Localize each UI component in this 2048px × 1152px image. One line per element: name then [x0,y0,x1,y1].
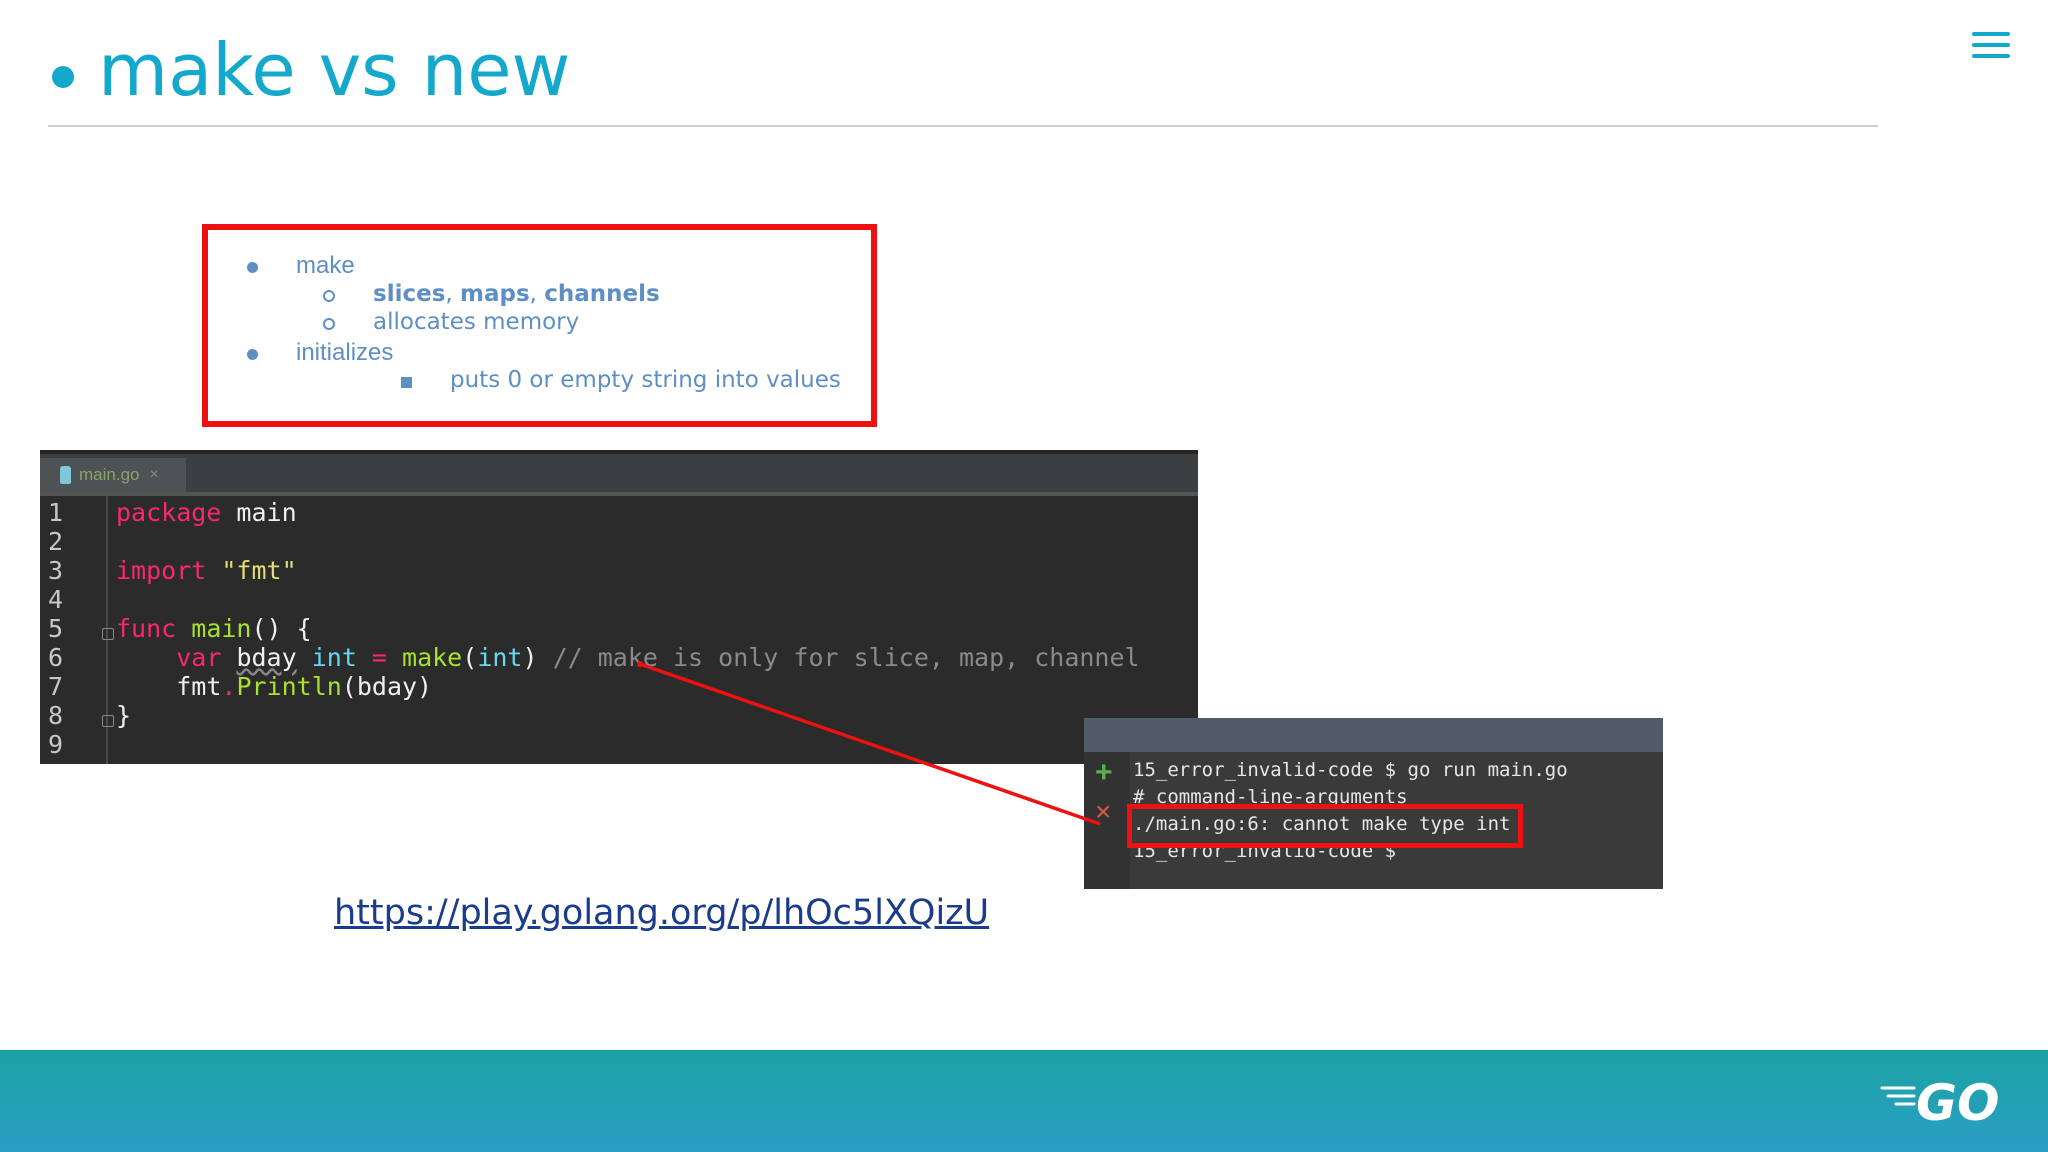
function-name: Println [236,672,342,701]
fold-toggle-icon[interactable] [102,628,114,640]
playground-link[interactable]: https://play.golang.org/p/lhOc5lXQizU [334,893,989,933]
close-icon[interactable]: × [1095,796,1111,828]
keyword: func [116,614,177,643]
note-puts-zero: puts 0 or empty string into values [450,367,841,393]
identifier: bday [236,643,297,672]
code-line-3: import "fmt" [116,556,297,585]
operator: . [221,672,237,701]
go-logo-icon: GO [1880,1074,2000,1130]
note-slices: slices [373,281,446,307]
code-editor[interactable]: main.go × 1 2 3 4 5 6 7 8 9 package main… [40,450,1198,764]
go-logo-text: GO [1916,1074,2000,1130]
keyword: import [116,556,207,585]
code-text: (bday) [341,672,433,701]
note-make-types: slices, maps, channels [373,281,660,307]
fold-toggle-icon[interactable] [102,715,114,727]
note-maps: maps [460,281,530,307]
tab-label: main.go [79,465,140,484]
line-number: 9 [48,730,64,759]
terminal-header [1084,718,1663,752]
line-number: 2 [48,527,64,556]
code-text: () { [251,614,312,643]
operator: = [356,643,403,672]
line-number: 5 [48,614,64,643]
line-number: 6 [48,643,64,672]
code-line-6: var bday int = make(int) // make is only… [116,643,1140,672]
tab-close-icon[interactable]: × [149,466,158,484]
bullet-circle [323,290,335,302]
bullet-disc [247,262,258,273]
type-name: int [477,643,523,672]
bullet-square [401,377,412,388]
tab-main-go[interactable]: main.go × [40,458,186,492]
editor-tab-bar: main.go × [40,450,1198,496]
note-sep: , [445,281,461,307]
keyword: package [116,498,222,527]
code-text: main [221,498,297,527]
note-initializes: initializes [296,339,394,366]
line-number: 1 [48,498,64,527]
bullet-disc [247,349,258,360]
code-line-5: func main() { [116,614,312,643]
code-text: ) [522,643,538,672]
note-sep: , [529,281,545,307]
code-line-1: package main [116,498,297,527]
bullet-circle [323,318,335,330]
slide-title: make vs new [52,28,570,112]
hamburger-menu-icon[interactable] [1972,32,2010,62]
package-name: fmt [176,672,222,701]
note-channels: channels [544,281,660,307]
code-line-8: } [116,701,131,730]
terminal-line: 15_error_invalid-code $ go run main.go [1133,759,1568,781]
function-name: main [191,614,252,643]
line-number: 3 [48,556,64,585]
string-literal: "fmt" [221,556,297,585]
title-text: make vs new [98,28,571,112]
function-name: make [402,643,463,672]
code-comment: // make is only for slice, map, channel [537,643,1140,672]
line-number: 8 [48,701,64,730]
type-name: int [311,643,357,672]
line-number: 4 [48,585,64,614]
note-allocates: allocates memory [373,309,580,335]
line-number: 7 [48,672,64,701]
keyword: var [176,643,222,672]
title-bullet [52,66,74,88]
go-file-icon [60,466,71,484]
plus-icon[interactable]: + [1095,756,1113,790]
error-highlight-box [1127,804,1523,848]
code-line-7: fmt.Println(bday) [116,672,432,701]
code-text: ( [462,643,478,672]
title-divider [48,125,1878,127]
note-make: make [296,252,355,279]
footer-band [0,1050,2048,1152]
code-text: } [116,701,132,730]
